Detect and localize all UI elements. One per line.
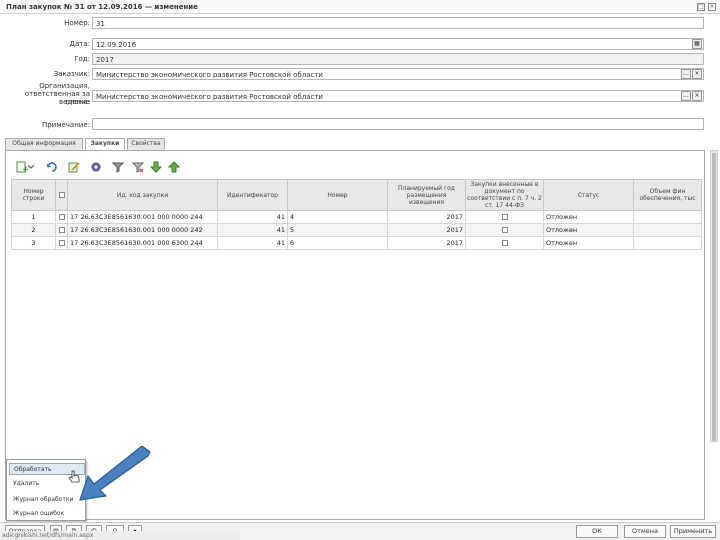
- tab-properties[interactable]: Свойства: [127, 138, 165, 150]
- clear-filter-icon[interactable]: [130, 159, 146, 175]
- tab-general[interactable]: Общая информация: [5, 138, 83, 150]
- status-cell: Отложен: [543, 236, 634, 250]
- ikz-cell: 17 26.63C3E8561630.001 000 0000 244: [67, 210, 218, 224]
- menu-item-process-log[interactable]: Журнал обработки: [9, 494, 85, 506]
- row-checkbox-cell[interactable]: [55, 236, 68, 250]
- apply-button[interactable]: Применить: [670, 525, 716, 538]
- ellipsis-icon[interactable]: …: [681, 69, 691, 79]
- purchases-grid: Номер строки Ид. код закупки Идентификат…: [11, 179, 702, 250]
- status-cell: Отложен: [543, 210, 634, 224]
- grid-header-row: Номер строки Ид. код закупки Идентификат…: [11, 179, 702, 211]
- column-header[interactable]: Статус: [543, 179, 634, 211]
- year-cell: 2017: [387, 223, 466, 237]
- table-row[interactable]: 3 17 26.63C3E8561630.001 000 6300 244 41…: [11, 236, 702, 250]
- year-field: 2017: [92, 53, 704, 65]
- row-number: 2: [11, 223, 56, 237]
- ok-button[interactable]: ОК: [576, 525, 618, 538]
- flag-checkbox[interactable]: [501, 240, 508, 246]
- number-cell: 5: [287, 223, 388, 237]
- menu-item-error-log[interactable]: Журнал ошибок: [9, 508, 85, 520]
- clear-icon[interactable]: ×: [692, 91, 702, 101]
- number-cell: 4: [287, 210, 388, 224]
- amount-cell: [633, 210, 702, 224]
- row-checkbox-cell[interactable]: [55, 210, 68, 224]
- row-number: 3: [11, 236, 56, 250]
- window-titlebar: План закупок № 31 от 12.09.2016 — измене…: [0, 0, 720, 14]
- column-header[interactable]: Идентификатор: [217, 179, 288, 211]
- filter-icon[interactable]: [110, 159, 126, 175]
- org-label-line-3: плана:: [65, 98, 90, 106]
- column-header[interactable]: Планируемый год размещения извещения: [387, 179, 466, 211]
- row-checkbox[interactable]: [58, 227, 65, 233]
- cancel-button[interactable]: Отмена: [624, 525, 666, 538]
- flag-checkbox[interactable]: [501, 214, 508, 220]
- identifier-cell: 41: [217, 210, 288, 224]
- year-label: Год:: [74, 55, 90, 63]
- date-label: Дата:: [69, 40, 90, 48]
- table-row[interactable]: 2 17 26.63C3E8561630.001 000 0000 242 41…: [11, 223, 702, 237]
- number-field[interactable]: 31: [92, 17, 704, 29]
- maximize-icon[interactable]: □: [697, 3, 705, 11]
- column-header[interactable]: Ид. код закупки: [67, 179, 218, 211]
- row-checkbox[interactable]: [58, 240, 65, 246]
- row-number: 1: [11, 210, 56, 224]
- ikz-cell: 17 26.63C3E8561630.001 000 0000 242: [67, 223, 218, 237]
- close-icon[interactable]: ×: [708, 3, 716, 11]
- actions-menu: Обработать Удалить Журнал обработки Журн…: [6, 459, 86, 521]
- refresh-icon[interactable]: [44, 159, 60, 175]
- identifier-cell: 41: [217, 223, 288, 237]
- annotation-arrow: [79, 446, 151, 501]
- ellipsis-icon[interactable]: …: [681, 91, 691, 101]
- table-row[interactable]: 1 17 26.63C3E8561630.001 000 0000 244 41…: [11, 210, 702, 224]
- chevron-down-icon[interactable]: [28, 159, 34, 175]
- flag-cell[interactable]: [465, 236, 544, 250]
- status-cell: Отложен: [543, 223, 634, 237]
- vertical-scrollbar[interactable]: [710, 150, 718, 442]
- customer-label: Заказчик:: [53, 70, 90, 78]
- flag-cell[interactable]: [465, 223, 544, 237]
- flag-cell[interactable]: [465, 210, 544, 224]
- edit-icon[interactable]: [66, 159, 82, 175]
- year-cell: 2017: [387, 210, 466, 224]
- column-header-select[interactable]: [55, 179, 68, 211]
- column-header[interactable]: Закупки внесенные в документ по соответс…: [465, 179, 544, 211]
- note-field[interactable]: [92, 118, 704, 130]
- calendar-icon[interactable]: ▦: [692, 39, 702, 49]
- column-header[interactable]: Объем фин обеспечения, тыс: [633, 179, 702, 211]
- column-header[interactable]: Номер строки: [11, 179, 56, 211]
- move-up-icon[interactable]: [166, 159, 182, 175]
- status-url: adicgnikishi.net/dfs/main.aspx: [0, 531, 240, 540]
- clear-icon[interactable]: ×: [692, 69, 702, 79]
- select-all-checkbox[interactable]: [58, 192, 65, 198]
- year-cell: 2017: [387, 236, 466, 250]
- org-field[interactable]: Министерство экономического развития Рос…: [92, 90, 704, 102]
- number-cell: 6: [287, 236, 388, 250]
- scrollbar-thumb[interactable]: [712, 153, 716, 441]
- identifier-cell: 41: [217, 236, 288, 250]
- row-checkbox-cell[interactable]: [55, 223, 68, 237]
- amount-cell: [633, 223, 702, 237]
- settings-icon[interactable]: [88, 159, 104, 175]
- row-checkbox[interactable]: [58, 214, 65, 220]
- date-field[interactable]: 12.09.2016: [92, 38, 704, 50]
- note-label: Примечание:: [41, 121, 90, 129]
- move-down-icon[interactable]: [148, 159, 164, 175]
- org-label-line-1: Организация,: [39, 82, 90, 90]
- number-label: Номер:: [64, 19, 90, 27]
- ikz-cell: 17 26.63C3E8561630.001 000 6300 244: [67, 236, 218, 250]
- flag-checkbox[interactable]: [501, 227, 508, 233]
- column-header[interactable]: Номер: [287, 179, 388, 211]
- customer-field[interactable]: Министерство экономического развития Рос…: [92, 68, 704, 80]
- amount-cell: [633, 236, 702, 250]
- window-title: План закупок № 31 от 12.09.2016 — измене…: [6, 3, 198, 11]
